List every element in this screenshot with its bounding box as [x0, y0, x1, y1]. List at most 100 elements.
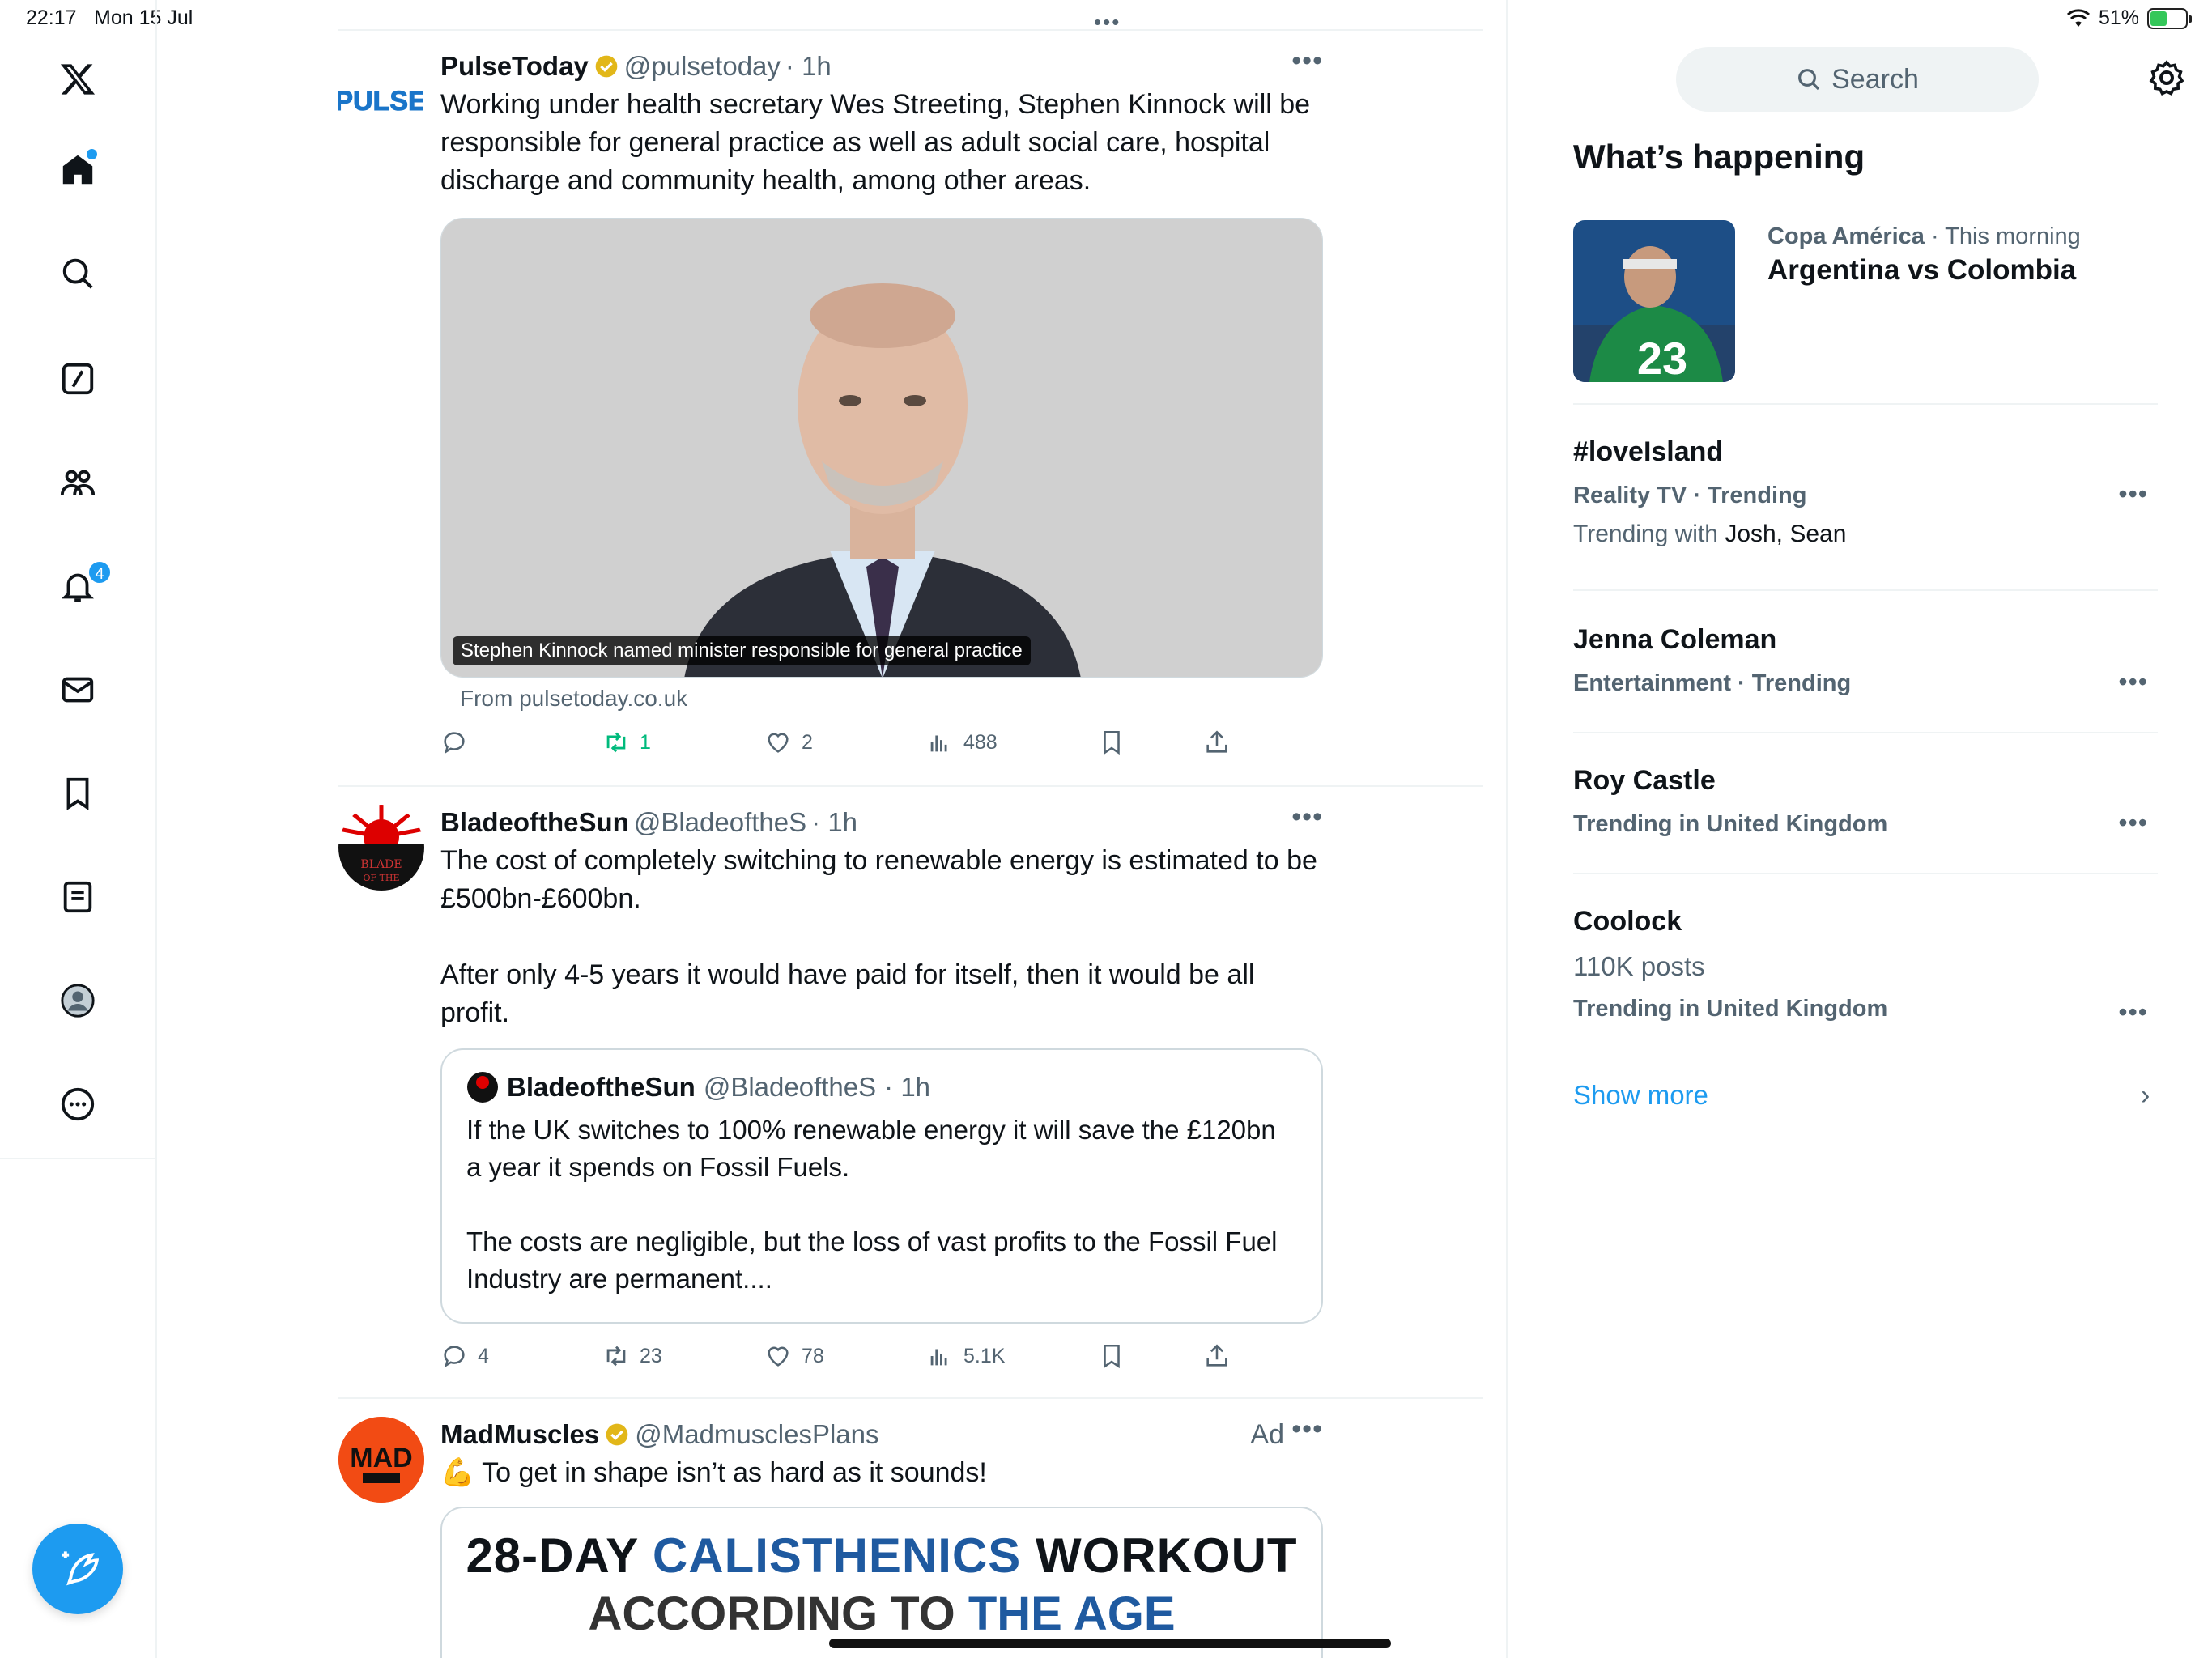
trend-more-icon[interactable]: ••• [2118, 808, 2148, 838]
trend-copa-america[interactable]: Copa América · This morning Argentina vs… [1767, 220, 2172, 288]
home-indicator[interactable] [829, 1639, 1391, 1648]
quote-text: If the UK switches to 100% renewable ene… [466, 1115, 1278, 1294]
profile-avatar-icon[interactable] [53, 976, 102, 1025]
search-icon[interactable] [53, 249, 102, 298]
nav-divider [0, 1158, 157, 1159]
card-source[interactable]: From pulsetoday.co.uk [460, 686, 1323, 712]
home-unread-dot [87, 149, 97, 159]
home-icon[interactable] [53, 146, 102, 194]
reply-icon [444, 732, 465, 755]
share-button[interactable] [1203, 725, 1231, 760]
views-count: 488 [963, 730, 998, 754]
trend-topic: Jenna Coleman [1573, 624, 1777, 655]
repost-button[interactable]: 1 [602, 725, 651, 760]
compose-post-button[interactable] [32, 1524, 123, 1614]
tweet-more-icon[interactable]: ••• [1291, 803, 1323, 831]
trend-divider [1573, 589, 2158, 591]
link-card[interactable]: Stephen Kinnock named minister responsib… [440, 218, 1323, 678]
repost-button[interactable]: 23 [602, 1338, 662, 1374]
trend-coolock[interactable]: Coolock 110K posts Trending in United Ki… [1573, 903, 2158, 1027]
repost-icon [606, 732, 626, 753]
repost-count: 23 [640, 1344, 662, 1367]
overflow-dots-icon: ••• [1094, 10, 1121, 34]
heart-icon [768, 1346, 789, 1367]
reply-count: 4 [478, 1344, 489, 1367]
author-name[interactable]: PulseToday [440, 49, 589, 84]
bookmarks-icon[interactable] [53, 769, 102, 818]
grok-icon[interactable] [53, 355, 102, 403]
tweet-text: 💪 To get in shape isn’t as hard as it so… [440, 1457, 987, 1488]
avatar[interactable]: MAD [338, 1417, 424, 1503]
x-logo-icon[interactable] [53, 55, 102, 104]
whats-happening-heading: What’s happening [1573, 138, 1865, 176]
views-button[interactable]: 5.1K [926, 1338, 1005, 1374]
tweet-time[interactable]: · 1h [811, 805, 857, 840]
like-button[interactable]: 2 [764, 725, 813, 760]
lists-icon[interactable] [53, 873, 102, 921]
settings-gear-icon[interactable] [2147, 58, 2186, 97]
reply-button[interactable] [440, 725, 478, 760]
trend-more-icon[interactable]: ••• [2118, 667, 2148, 697]
notifications-bell-icon[interactable]: 4 [53, 560, 112, 610]
tweet-header: BladeoftheSun @BladeoftheS · 1h [440, 805, 1323, 840]
trend-image[interactable]: 23 [1573, 220, 1735, 382]
bookmark-button[interactable] [1098, 725, 1125, 760]
messages-icon[interactable] [53, 665, 102, 714]
communities-icon[interactable] [53, 458, 102, 507]
status-right: 51% [2066, 6, 2192, 30]
author-handle[interactable]: @MadmusclesPlans [635, 1417, 878, 1452]
verified-gold-icon [595, 55, 618, 78]
author-handle[interactable]: @BladeoftheS [634, 805, 806, 840]
trend-divider [1573, 403, 2158, 405]
card-caption: Stephen Kinnock named minister responsib… [453, 636, 1031, 665]
tweet-actions: 1 2 488 [440, 725, 1323, 760]
trend-loveisland[interactable]: #loveIsland Reality TV · Trending Trendi… [1573, 434, 2158, 552]
quoted-tweet[interactable]: BladeoftheSun @BladeoftheS · 1h If the U… [440, 1048, 1323, 1324]
search-input[interactable]: Search [1676, 47, 2039, 112]
svg-text:PULSE: PULSE [338, 86, 423, 117]
tweet-more-icon[interactable]: ••• [1291, 47, 1323, 74]
trend-more-icon[interactable]: ••• [2118, 997, 2148, 1027]
trend-jenna-coleman[interactable]: Jenna Coleman Entertainment · Trending •… [1573, 622, 2158, 699]
battery-icon [2147, 7, 2192, 29]
trend-topic: #loveIsland [1573, 436, 1724, 467]
trend-post-count: 110K posts [1573, 951, 1705, 981]
svg-text:23: 23 [1637, 333, 1687, 382]
left-nav: 4 [0, 0, 157, 1658]
share-icon [1206, 1344, 1227, 1367]
trend-topic: Coolock [1573, 906, 1682, 937]
trend-more-icon[interactable]: ••• [2118, 479, 2148, 509]
trend-divider [1573, 873, 2158, 874]
views-button[interactable]: 488 [926, 725, 998, 760]
tweet-divider [338, 785, 1483, 787]
notifications-badge: 4 [87, 560, 112, 585]
battery-percent: 51% [2098, 6, 2139, 29]
views-icon [930, 735, 947, 752]
show-more-link[interactable]: Show more [1573, 1080, 1708, 1111]
svg-text:OF THE: OF THE [363, 873, 399, 883]
author-handle[interactable]: @pulsetoday [624, 49, 781, 84]
repost-icon [606, 1346, 626, 1367]
share-button[interactable] [1203, 1338, 1231, 1374]
more-options-icon[interactable] [53, 1080, 102, 1129]
heart-icon [768, 733, 789, 753]
reply-button[interactable]: 4 [440, 1338, 489, 1374]
quote-header: BladeoftheSun @BladeoftheS · 1h [466, 1071, 1297, 1103]
tweet-time[interactable]: · 1h [785, 49, 832, 84]
like-button[interactable]: 78 [764, 1338, 824, 1374]
like-count: 78 [802, 1344, 824, 1367]
wifi-icon [2066, 8, 2090, 27]
author-name[interactable]: BladeoftheSun [440, 805, 629, 840]
avatar [467, 1072, 498, 1103]
trend-roy-castle[interactable]: Roy Castle Trending in United Kingdom ••… [1573, 763, 2158, 840]
tweet-divider [338, 29, 1483, 31]
author-name[interactable]: MadMuscles [440, 1417, 599, 1452]
ad-label: Ad [1250, 1419, 1284, 1450]
avatar[interactable]: PULSE [338, 83, 423, 118]
bookmark-button[interactable] [1098, 1338, 1125, 1374]
ad-media-card[interactable]: 28-DAY CALISTHENICS WORKOUT ACCORDING TO… [440, 1507, 1323, 1658]
avatar[interactable]: BLADE OF THE [338, 805, 424, 891]
repost-count: 1 [640, 730, 651, 754]
tweet-more-icon[interactable]: ••• [1291, 1415, 1323, 1443]
trend-category: Entertainment · Trending [1573, 670, 1852, 696]
